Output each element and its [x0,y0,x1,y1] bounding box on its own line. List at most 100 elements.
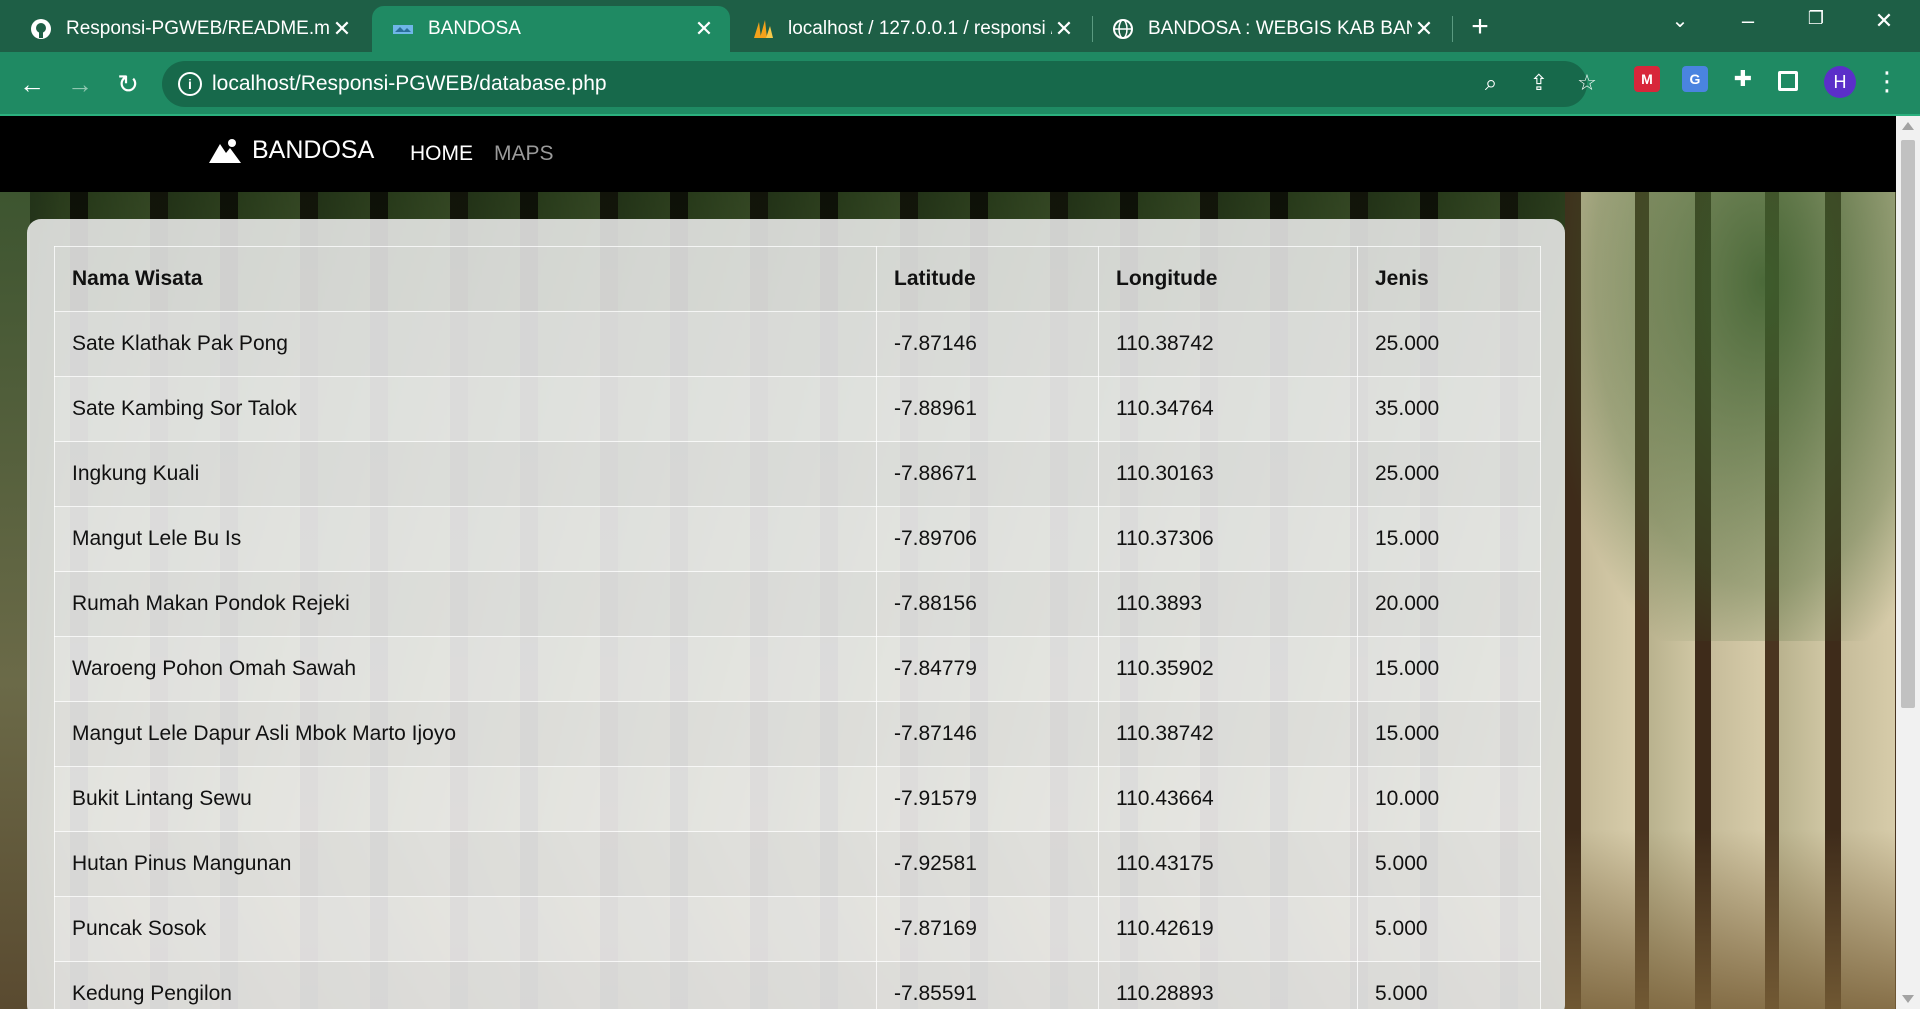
bookmark-star-icon[interactable]: ☆ [1572,70,1602,96]
header-longitude: Longitude [1098,246,1358,312]
close-icon[interactable]: ✕ [1052,16,1076,42]
cell-latitude: -7.88961 [876,376,1099,442]
table-row: Waroeng Pohon Omah Sawah -7.84779 110.3590… [54,636,1541,702]
github-icon [31,19,51,39]
cell-longitude: 110.30163 [1098,441,1358,507]
cell-longitude: 110.37306 [1098,506,1358,572]
phpmyadmin-icon [754,20,773,38]
cell-latitude: -7.88671 [876,441,1099,507]
address-bar[interactable]: i localhost/Responsi-PGWEB/database.php … [162,61,1597,107]
tab-search-chevron-icon[interactable]: ⌄ [1660,8,1700,33]
mountain-logo-icon [209,138,241,163]
tab-bandosa[interactable]: BANDOSA ✕ [372,6,730,52]
site-navbar: BANDOSA HOME MAPS [0,116,1896,192]
cell-nama-wisata: Kedung Pengilon [54,961,877,1009]
brand-link[interactable]: BANDOSA [208,136,374,165]
cell-jenis: 5.000 [1357,831,1541,897]
cell-longitude: 110.43664 [1098,766,1358,832]
cell-jenis: 25.000 [1357,311,1541,377]
cell-jenis: 25.000 [1357,441,1541,507]
scrollbar-thumb[interactable] [1901,140,1915,708]
forward-arrow-icon[interactable]: → [62,66,98,102]
cell-longitude: 110.42619 [1098,896,1358,962]
extensions-puzzle-icon[interactable]: ✚ [1730,66,1756,92]
cell-longitude: 110.35902 [1098,636,1358,702]
share-icon[interactable]: ⇪ [1524,70,1554,96]
header-jenis: Jenis [1357,246,1541,312]
table-row: Sate Klathak Pak Pong -7.87146 110.38742 25… [54,311,1541,377]
table-row: Kedung Pengilon -7.85591 110.28893 5.000 [54,961,1541,1009]
cell-nama-wisata: Ingkung Kuali [54,441,877,507]
background-forest-left [0,192,30,1009]
cell-latitude: -7.85591 [876,961,1099,1009]
close-icon[interactable]: ✕ [692,16,716,42]
cell-jenis: 35.000 [1357,376,1541,442]
address-url[interactable]: localhost/Responsi-PGWEB/database.php [212,72,607,96]
close-icon[interactable]: ✕ [1412,16,1436,42]
table-row: Mangut Lele Bu Is -7.89706 110.37306 15.000 [54,506,1541,572]
cell-latitude: -7.89706 [876,506,1099,572]
tab-phpmyadmin[interactable]: localhost / 127.0.0.1 / responsi / ✕ [732,6,1090,52]
new-tab-plus-icon[interactable]: + [1464,10,1496,44]
brand-name: BANDOSA [252,136,375,164]
cell-latitude: -7.87146 [876,311,1099,377]
page-scrollbar[interactable] [1896,116,1920,1009]
minimize-icon[interactable]: – [1728,8,1768,34]
wisata-table: Nama Wisata Latitude Longitude Jenis Sat… [54,246,1541,1009]
cell-longitude: 110.38742 [1098,701,1358,767]
cell-latitude: -7.92581 [876,831,1099,897]
cell-nama-wisata: Sate Klathak Pak Pong [54,311,877,377]
table-row: Puncak Sosok -7.87169 110.42619 5.000 [54,896,1541,962]
back-arrow-icon[interactable]: ← [14,66,50,102]
reload-icon[interactable]: ↻ [110,66,146,102]
background-forest-right [1565,192,1896,1009]
site-info-icon[interactable]: i [178,72,202,96]
close-icon[interactable]: ✕ [330,16,354,42]
tab-title: BANDOSA [428,18,521,39]
cell-latitude: -7.88156 [876,571,1099,637]
google-translate-icon[interactable]: G [1682,66,1708,92]
cell-nama-wisata: Hutan Pinus Mangunan [54,831,877,897]
cell-nama-wisata: Rumah Makan Pondok Rejeki [54,571,877,637]
zoom-icon[interactable]: ⌕ [1476,70,1506,96]
table-row: Rumah Makan Pondok Rejeki -7.88156 110.389… [54,571,1541,637]
tab-title: Responsi-PGWEB/README.md a [66,18,330,39]
cell-longitude: 110.28893 [1098,961,1358,1009]
browser-toolbar: ← → ↻ i localhost/Responsi-PGWEB/databas… [0,52,1920,116]
table-row: Mangut Lele Dapur Asli Mbok Marto Ijoyo -… [54,701,1541,767]
cell-jenis: 5.000 [1357,896,1541,962]
side-panel-icon[interactable] [1778,71,1798,91]
tab-bandosa-webgis[interactable]: BANDOSA : WEBGIS KAB BANTU ✕ [1092,6,1450,52]
cell-latitude: -7.84779 [876,636,1099,702]
cell-latitude: -7.87169 [876,896,1099,962]
tab-github-readme[interactable]: Responsi-PGWEB/README.md a ✕ [10,6,368,52]
site-favicon [393,25,413,34]
tab-title: BANDOSA : WEBGIS KAB BANTU [1148,18,1412,39]
scroll-down-arrow-icon[interactable] [1902,995,1914,1003]
cell-nama-wisata: Mangut Lele Dapur Asli Mbok Marto Ijoyo [54,701,877,767]
nav-home-link[interactable]: HOME [410,142,473,166]
browser-tab-strip: Responsi-PGWEB/README.md a ✕ BANDOSA ✕ l… [0,0,1920,52]
window-close-icon[interactable]: ✕ [1864,8,1904,34]
table-row: Bukit Lintang Sewu -7.91579 110.43664 10.00… [54,766,1541,832]
cell-nama-wisata: Waroeng Pohon Omah Sawah [54,636,877,702]
profile-avatar[interactable]: H [1824,66,1856,98]
cell-longitude: 110.38742 [1098,311,1358,377]
menu-dots-icon[interactable]: ⋮ [1874,66,1900,97]
header-latitude: Latitude [876,246,1099,312]
cell-longitude: 110.43175 [1098,831,1358,897]
cell-jenis: 10.000 [1357,766,1541,832]
scroll-up-arrow-icon[interactable] [1902,122,1914,130]
cell-nama-wisata: Sate Kambing Sor Talok [54,376,877,442]
tab-divider [1452,16,1453,42]
cell-latitude: -7.91579 [876,766,1099,832]
cell-jenis: 5.000 [1357,961,1541,1009]
restore-icon[interactable]: ❐ [1796,8,1836,29]
extension-red-icon[interactable]: M [1634,66,1660,92]
nav-maps-link[interactable]: MAPS [494,142,554,166]
tab-title: localhost / 127.0.0.1 / responsi / [788,18,1052,39]
table-card: Nama Wisata Latitude Longitude Jenis Sat… [27,219,1565,1009]
table-row: Sate Kambing Sor Talok -7.88961 110.34764 3… [54,376,1541,442]
cell-longitude: 110.3893 [1098,571,1358,637]
cell-jenis: 20.000 [1357,571,1541,637]
